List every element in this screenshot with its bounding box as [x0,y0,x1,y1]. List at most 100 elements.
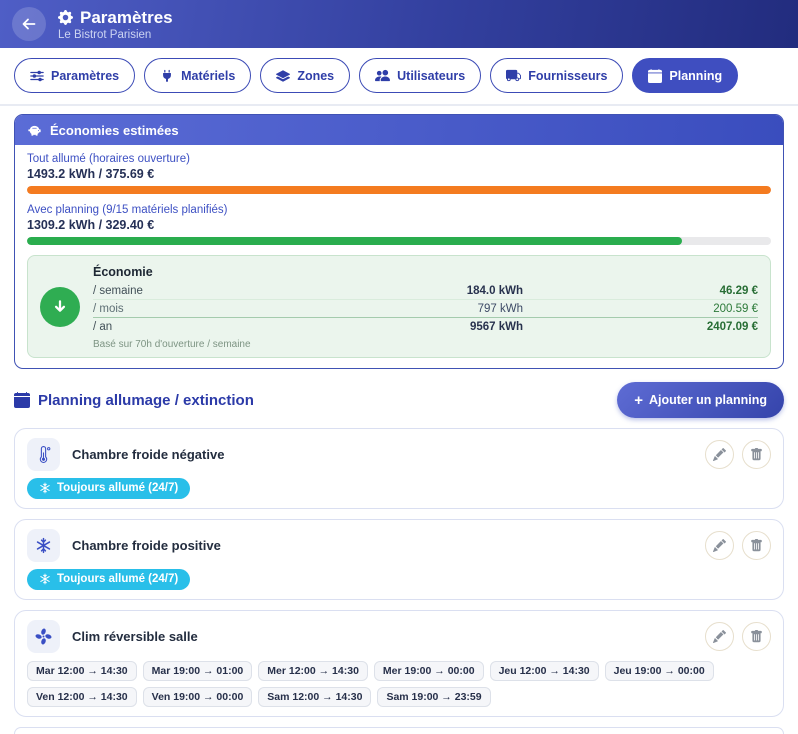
layers-icon [276,69,290,83]
schedule-chip: Jeu 12:00 → 14:30 [490,661,599,681]
economy-row-label: / semaine [93,285,353,297]
economy-euro-value: 200.59 € [523,303,758,315]
tab-label: Fournisseurs [528,69,607,83]
economy-kwh-value: 797 kWh [353,303,523,315]
page-title: Paramètres [80,8,173,28]
with-planning-block: Avec planning (9/15 matériels planifiés)… [27,204,771,245]
plus-icon: + [634,393,643,408]
schedule-chip: Mer 12:00 → 14:30 [258,661,368,681]
app-header: Paramètres Le Bistrot Parisien [0,0,798,48]
tab-zones[interactable]: Zones [260,58,350,93]
calendar-icon [648,69,662,83]
delete-button[interactable] [742,622,771,651]
all-on-progress-fill [27,186,771,194]
edit-button[interactable] [705,622,734,651]
always-on-badge: Toujours allumé (24/7) [27,569,190,590]
next-equipment-card-partial [14,727,784,734]
edit-button[interactable] [705,531,734,560]
equipment-card-chambre-froide-negative: Chambre froide négative Toujours allumé … [14,428,784,509]
calendar-icon [14,392,30,408]
tab-label: Utilisateurs [397,69,465,83]
schedule-chip: Mar 19:00 → 01:00 [143,661,253,681]
schedule-chip-list: Mar 12:00 → 14:30 Mar 19:00 → 01:00 Mer … [27,661,771,707]
economy-footnote: Basé sur 70h d'ouverture / semaine [93,339,758,350]
schedule-chip: Sam 19:00 → 23:59 [377,687,490,707]
plug-icon [160,69,174,83]
savings-title: Économies estimées [50,123,179,138]
schedule-chip: Sam 12:00 → 14:30 [258,687,371,707]
economy-table: Économie / semaine 184.0 kWh 46.29 € / m… [93,263,758,350]
trash-icon [750,448,763,461]
schedule-chip: Ven 12:00 → 14:30 [27,687,137,707]
tab-parametres[interactable]: Paramètres [14,58,135,93]
trash-icon [750,630,763,643]
schedule-chip: Jeu 19:00 → 00:00 [605,661,714,681]
planning-section-title: Planning allumage / extinction [14,392,254,409]
with-planning-progress-fill [27,237,682,245]
economy-euro-value: 2407.09 € [523,321,758,333]
pencil-icon [713,630,726,643]
equipment-name: Clim réversible salle [72,629,693,644]
economy-kwh-value: 184.0 kWh [353,285,523,297]
edit-button[interactable] [705,440,734,469]
main-content: Économies estimées Tout allumé (horaires… [0,106,798,734]
equipment-name: Chambre froide positive [72,538,693,553]
economy-row-label: / mois [93,303,353,315]
with-planning-progress-track [27,237,771,245]
tab-bar: Paramètres Matériels Zones Utilisateurs … [0,48,798,106]
economy-panel: Économie / semaine 184.0 kWh 46.29 € / m… [27,255,771,358]
schedule-chip: Mar 12:00 → 14:30 [27,661,137,681]
snowflake-icon [39,573,51,585]
tab-utilisateurs[interactable]: Utilisateurs [359,58,481,93]
all-on-label: Tout allumé (horaires ouverture) [27,153,771,165]
with-planning-value: 1309.2 kWh / 329.40 € [27,218,771,232]
tab-planning[interactable]: Planning [632,58,738,93]
economy-title: Économie [93,263,758,282]
back-button[interactable] [12,7,46,41]
truck-icon [506,68,521,83]
delete-button[interactable] [742,440,771,469]
always-on-badge: Toujours allumé (24/7) [27,478,190,499]
all-on-progress-track [27,186,771,194]
economy-kwh-value: 9567 kWh [353,321,523,333]
fan-icon [27,620,60,653]
users-icon [375,68,390,83]
delete-button[interactable] [742,531,771,560]
tab-label: Matériels [181,69,235,83]
page-subtitle: Le Bistrot Parisien [58,29,173,41]
savings-card-body: Tout allumé (horaires ouverture) 1493.2 … [15,145,783,368]
add-planning-button[interactable]: + Ajouter un planning [617,382,784,418]
schedule-chip: Mer 19:00 → 00:00 [374,661,484,681]
snowflake-icon [27,529,60,562]
sliders-icon [30,69,44,83]
piggy-bank-icon [27,123,42,138]
economy-row-week: / semaine 184.0 kWh 46.29 € [93,282,758,300]
arrow-down-circle-icon [40,287,80,327]
pencil-icon [713,448,726,461]
all-on-block: Tout allumé (horaires ouverture) 1493.2 … [27,153,771,194]
equipment-card-clim-reversible-salle: Clim réversible salle Mar 12:00 → 14:30 … [14,610,784,717]
tab-label: Paramètres [51,69,119,83]
schedule-chip: Ven 19:00 → 00:00 [143,687,253,707]
trash-icon [750,539,763,552]
arrow-left-icon [21,16,37,32]
tab-fournisseurs[interactable]: Fournisseurs [490,58,623,93]
economy-row-label: / an [93,321,353,333]
savings-card-header: Économies estimées [15,115,783,145]
snowflake-icon [39,482,51,494]
economy-euro-value: 46.29 € [523,285,758,297]
tab-label: Planning [669,69,722,83]
economy-row-month: / mois 797 kWh 200.59 € [93,300,758,318]
pencil-icon [713,539,726,552]
with-planning-label: Avec planning (9/15 matériels planifiés) [27,204,771,216]
tab-label: Zones [297,69,334,83]
all-on-value: 1493.2 kWh / 375.69 € [27,167,771,181]
economy-row-year: / an 9567 kWh 2407.09 € [93,318,758,335]
savings-card: Économies estimées Tout allumé (horaires… [14,114,784,369]
equipment-name: Chambre froide négative [72,447,693,462]
planning-section-header: Planning allumage / extinction + Ajouter… [14,382,784,418]
gear-icon [58,10,73,25]
equipment-card-chambre-froide-positive: Chambre froide positive Toujours allumé … [14,519,784,600]
thermometer-icon [27,438,60,471]
tab-materiels[interactable]: Matériels [144,58,251,93]
